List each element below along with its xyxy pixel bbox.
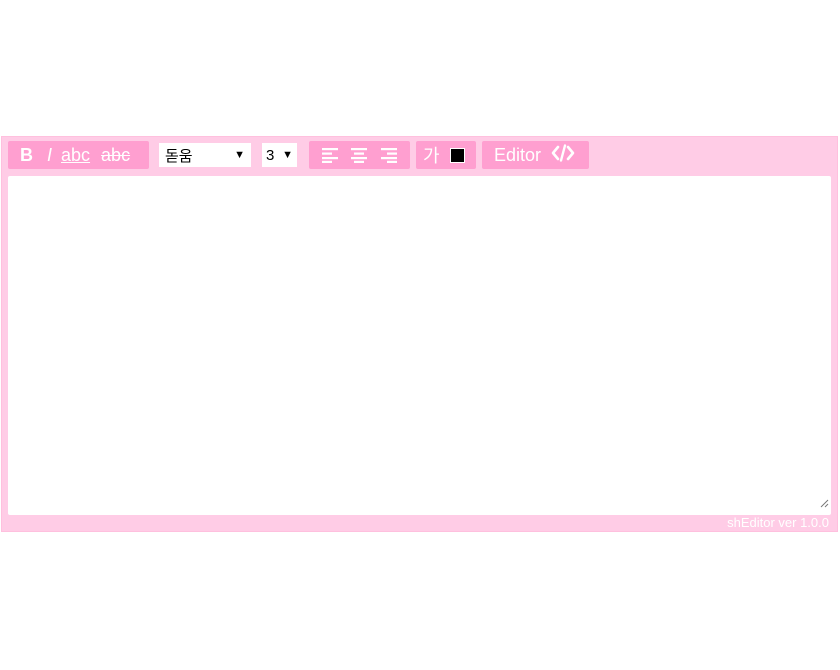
font-size-value: 3 <box>266 146 275 164</box>
strikethrough-button[interactable]: abc <box>101 145 130 166</box>
format-group: B I abc abc <box>8 141 149 169</box>
align-group <box>309 141 410 169</box>
mode-label: Editor <box>494 144 542 165</box>
font-family-select[interactable]: 돋움 ▼ <box>159 143 251 167</box>
color-swatch <box>449 147 465 163</box>
version-label: shEditor ver 1.0.0 <box>727 515 829 530</box>
text-color-button[interactable]: 가 <box>416 141 476 169</box>
text-color-label: 가 <box>423 146 440 166</box>
resize-handle-icon[interactable] <box>820 495 829 513</box>
underline-button[interactable]: abc <box>61 145 90 166</box>
align-center-icon[interactable] <box>350 147 368 163</box>
italic-button[interactable]: I <box>47 145 52 166</box>
caret-down-icon: ▼ <box>282 149 293 161</box>
font-family-value: 돋움 <box>165 147 193 165</box>
align-right-icon[interactable] <box>380 147 398 163</box>
bold-button[interactable]: B <box>20 145 33 166</box>
font-size-select[interactable]: 3 ▼ <box>262 143 297 167</box>
mode-toggle-button[interactable]: Editor <box>482 141 589 169</box>
caret-down-icon: ▼ <box>234 149 245 161</box>
align-left-icon[interactable] <box>321 147 339 163</box>
editor-content-area[interactable] <box>8 176 831 515</box>
sheditor: B I abc abc 돋움 ▼ 3 ▼ 가 Editor shEditor v… <box>1 136 838 532</box>
code-icon <box>551 143 575 167</box>
